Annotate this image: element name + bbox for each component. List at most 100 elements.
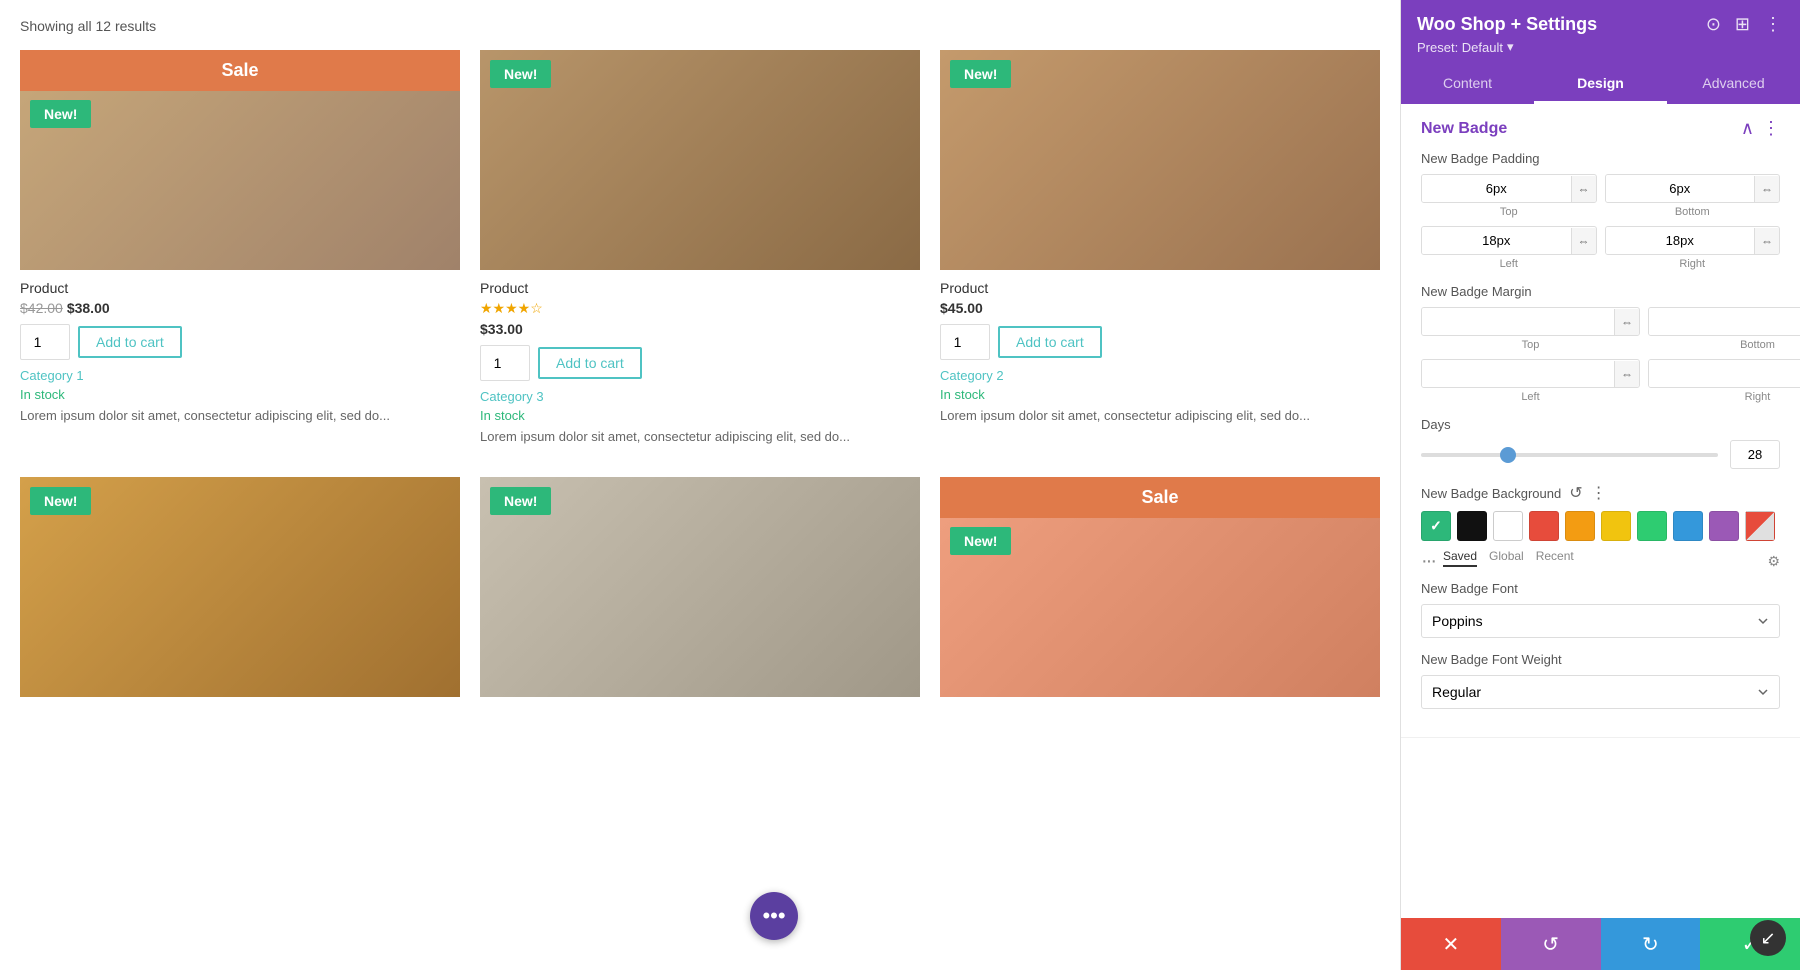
product-image-6: Sale New! — [940, 477, 1380, 697]
product-label-2: Product — [480, 280, 920, 296]
color-swatch-black[interactable] — [1457, 511, 1487, 541]
add-to-cart-btn-1[interactable]: Add to cart — [78, 326, 182, 358]
color-swatch-green2[interactable] — [1637, 511, 1667, 541]
in-stock-1: In stock — [20, 387, 460, 402]
padding-bottom-link[interactable]: ⇔ — [1754, 176, 1779, 202]
product-image-2: New! — [480, 50, 920, 270]
color-swatch-orange[interactable] — [1565, 511, 1595, 541]
margin-left-input[interactable] — [1422, 360, 1614, 387]
color-swatch-white[interactable] — [1493, 511, 1523, 541]
results-count: Showing all 12 results — [20, 10, 1380, 34]
new-badge-4: New! — [30, 487, 91, 515]
redo-button[interactable]: ↻ — [1601, 918, 1701, 970]
new-badge-3: New! — [950, 60, 1011, 88]
product-grid: Sale New! Product $42.00$38.00 Add to ca… — [20, 50, 1380, 697]
margin-right-input[interactable] — [1649, 360, 1800, 387]
panel-title-text: Woo Shop + Settings — [1417, 14, 1597, 35]
section-header-new-badge: New Badge ∧ ⋮ — [1421, 118, 1780, 139]
padding-field-top: ⇔ Top — [1421, 174, 1597, 218]
category-link-1[interactable]: Category 1 — [20, 368, 460, 383]
category-link-3[interactable]: Category 2 — [940, 368, 1380, 383]
margin-label: New Badge Margin — [1421, 284, 1780, 299]
new-badge-5: New! — [490, 487, 551, 515]
color-swatch-blue[interactable] — [1673, 511, 1703, 541]
in-stock-2: In stock — [480, 408, 920, 423]
badge-font-label: New Badge Font — [1421, 581, 1780, 596]
padding-top-link[interactable]: ⇔ — [1571, 176, 1596, 202]
color-tab-global[interactable]: Global — [1489, 549, 1524, 567]
margin-right-row: ⇔ — [1648, 359, 1800, 388]
badge-font-weight-select[interactable]: Regular Bold Light Medium — [1421, 675, 1780, 709]
margin-bottom-input[interactable] — [1649, 308, 1800, 335]
product-card-6: Sale New! — [940, 477, 1380, 697]
qty-input-2[interactable] — [480, 345, 530, 381]
color-reset-btn[interactable]: ↺ — [1569, 483, 1582, 503]
margin-left-link[interactable]: ⇔ — [1614, 361, 1639, 387]
sale-banner-6: Sale — [940, 477, 1380, 518]
padding-left-row: ⇔ — [1421, 226, 1597, 255]
padding-field-right: ⇔ Right — [1605, 226, 1781, 270]
tab-advanced[interactable]: Advanced — [1667, 65, 1800, 104]
padding-right-link[interactable]: ⇔ — [1754, 228, 1779, 254]
qty-input-1[interactable] — [20, 324, 70, 360]
padding-bottom-label: Bottom — [1675, 206, 1710, 218]
margin-field-right: ⇔ Right — [1648, 359, 1800, 403]
margin-grid: ⇔ Top ⇔ Bottom ⇔ Left — [1421, 307, 1780, 403]
category-link-2[interactable]: Category 3 — [480, 389, 920, 404]
margin-bottom-row: ⇔ — [1648, 307, 1800, 336]
color-swatch-purple[interactable] — [1709, 511, 1739, 541]
product-price-3: $45.00 — [940, 300, 1380, 316]
product-info-2: Product ★★★★☆ $33.00 Add to cart Categor… — [480, 270, 920, 457]
panel-tabs: Content Design Advanced — [1401, 65, 1800, 104]
panel-icon-grid[interactable]: ⊞ — [1733, 14, 1752, 35]
padding-grid: ⇔ Top ⇔ Bottom ⇔ Left — [1421, 174, 1780, 270]
days-value-input[interactable] — [1730, 440, 1780, 469]
section-more-btn[interactable]: ⋮ — [1762, 118, 1780, 139]
product-price-1: $42.00$38.00 — [20, 300, 460, 316]
margin-top-link[interactable]: ⇔ — [1614, 309, 1639, 335]
padding-left-input[interactable] — [1422, 227, 1571, 254]
badge-background-label: New Badge Background — [1421, 486, 1561, 501]
padding-right-input[interactable] — [1606, 227, 1755, 254]
margin-field-top: ⇔ Top — [1421, 307, 1640, 351]
cancel-button[interactable]: ✕ — [1401, 918, 1501, 970]
chevron-down-icon: ▾ — [1507, 39, 1514, 55]
days-slider[interactable] — [1421, 453, 1718, 457]
padding-left-link[interactable]: ⇔ — [1571, 228, 1596, 254]
corner-button[interactable]: ↙ — [1750, 920, 1786, 956]
price-3: $45.00 — [940, 300, 983, 316]
panel-preset[interactable]: Preset: Default ▾ — [1417, 39, 1784, 55]
padding-bottom-input[interactable] — [1606, 175, 1755, 202]
padding-top-input[interactable] — [1422, 175, 1571, 202]
more-dots-icon[interactable]: ··· — [1421, 550, 1435, 573]
add-to-cart-btn-2[interactable]: Add to cart — [538, 347, 642, 379]
qty-input-3[interactable] — [940, 324, 990, 360]
panel-title-icons: ⊙ ⊞ ⋮ — [1704, 14, 1784, 35]
product-card-2: New! Product ★★★★☆ $33.00 Add to cart Ca… — [480, 50, 920, 457]
tab-design[interactable]: Design — [1534, 65, 1667, 104]
section-collapse-btn[interactable]: ∧ — [1741, 118, 1754, 139]
panel-actions: ✕ ↺ ↻ ✓ — [1401, 918, 1800, 970]
add-to-cart-row-2: Add to cart — [480, 345, 920, 381]
badge-font-select[interactable]: Poppins Roboto Open Sans Lato — [1421, 604, 1780, 638]
padding-label: New Badge Padding — [1421, 151, 1780, 166]
color-more-btn[interactable]: ⋮ — [1591, 483, 1607, 503]
reset-button[interactable]: ↺ — [1501, 918, 1601, 970]
tab-content[interactable]: Content — [1401, 65, 1534, 104]
add-to-cart-btn-3[interactable]: Add to cart — [998, 326, 1102, 358]
color-swatch-custom[interactable] — [1745, 511, 1775, 541]
margin-top-input[interactable] — [1422, 308, 1614, 335]
panel-icon-target[interactable]: ⊙ — [1704, 14, 1723, 35]
panel-body: New Badge ∧ ⋮ New Badge Padding ⇔ Top — [1401, 104, 1800, 918]
price-new-1: $38.00 — [67, 300, 110, 316]
color-tab-recent[interactable]: Recent — [1536, 549, 1574, 567]
add-to-cart-row-3: Add to cart — [940, 324, 1380, 360]
color-tab-saved[interactable]: Saved — [1443, 549, 1477, 567]
color-swatch-red[interactable] — [1529, 511, 1559, 541]
color-settings-btn[interactable]: ⚙ — [1767, 553, 1780, 570]
color-swatch-yellow[interactable] — [1601, 511, 1631, 541]
float-action-button[interactable]: ••• — [750, 892, 798, 940]
product-info-3: Product $45.00 Add to cart Category 2 In… — [940, 270, 1380, 436]
color-swatch-green[interactable]: ✓ — [1421, 511, 1451, 541]
panel-icon-more[interactable]: ⋮ — [1762, 14, 1784, 35]
